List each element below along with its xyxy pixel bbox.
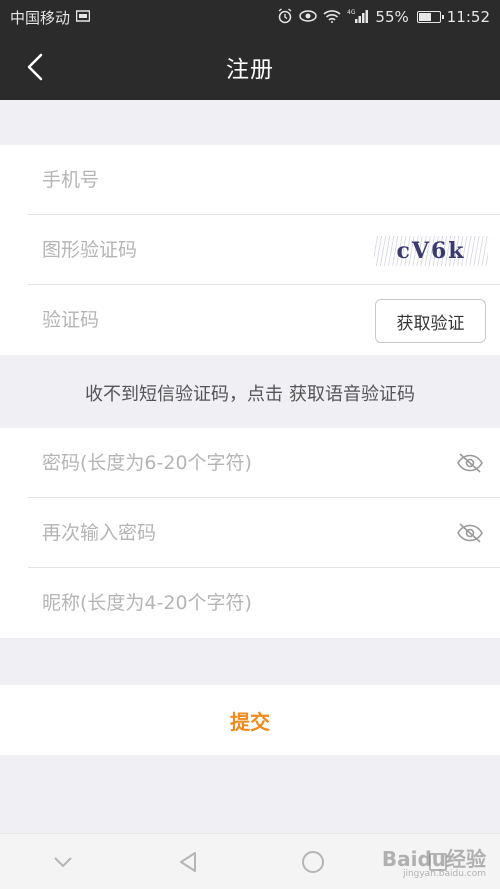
signal-icon: 4G (347, 8, 369, 27)
password-row (28, 428, 500, 498)
confirm-password-row (28, 498, 500, 568)
back-button[interactable] (18, 50, 52, 84)
nickname-row (28, 568, 500, 638)
nickname-input[interactable] (28, 568, 500, 638)
sms-code-row: 获取验证 (28, 285, 500, 355)
captcha-image[interactable]: cV6k (374, 236, 488, 266)
circle-home-icon (301, 850, 324, 873)
account-group (0, 428, 500, 638)
chevron-down-icon (53, 856, 72, 867)
triangle-back-icon (179, 851, 196, 872)
alarm-icon (277, 7, 293, 27)
submit-button[interactable]: 提交 (0, 685, 500, 755)
watermark-text: Baidu经验 (381, 847, 486, 871)
status-bar: 中国移动 4G 55% 11:52 (0, 0, 500, 34)
eye-hidden-icon[interactable] (456, 452, 484, 474)
hide-keyboard-button[interactable] (43, 842, 83, 882)
phone-row (28, 145, 500, 215)
notification-icon (75, 9, 91, 25)
eye-comfort-icon (299, 9, 318, 26)
watermark-url: jingyan.baidu.com (402, 869, 486, 879)
page-title: 注册 (226, 57, 274, 83)
confirm-password-input[interactable] (28, 498, 500, 567)
eye-hidden-icon[interactable] (456, 522, 484, 544)
voice-hint-text: 收不到短信验证码，点击 (85, 383, 283, 405)
battery-icon (416, 11, 444, 23)
battery-percent: 55% (375, 8, 409, 26)
svg-text:4G: 4G (347, 9, 356, 16)
clock: 11:52 (446, 8, 490, 26)
home-button[interactable] (293, 842, 333, 882)
system-back-button[interactable] (168, 842, 208, 882)
chevron-left-icon (27, 53, 43, 81)
captcha-row: cV6k (28, 215, 500, 285)
watermark: Baidu经验 jingyan.baidu.com (381, 843, 486, 879)
phone-input[interactable] (28, 145, 500, 214)
get-code-button[interactable]: 获取验证 (375, 299, 486, 343)
carrier-label: 中国移动 (10, 8, 71, 27)
wifi-icon (323, 9, 341, 26)
nav-bar: 注册 (0, 34, 500, 100)
voice-code-link[interactable]: 获取语音验证码 (289, 380, 415, 406)
password-input[interactable] (28, 428, 500, 497)
voice-code-hint: 收不到短信验证码，点击 获取语音验证码 (0, 357, 500, 428)
verification-group: cV6k 获取验证 (0, 145, 500, 355)
